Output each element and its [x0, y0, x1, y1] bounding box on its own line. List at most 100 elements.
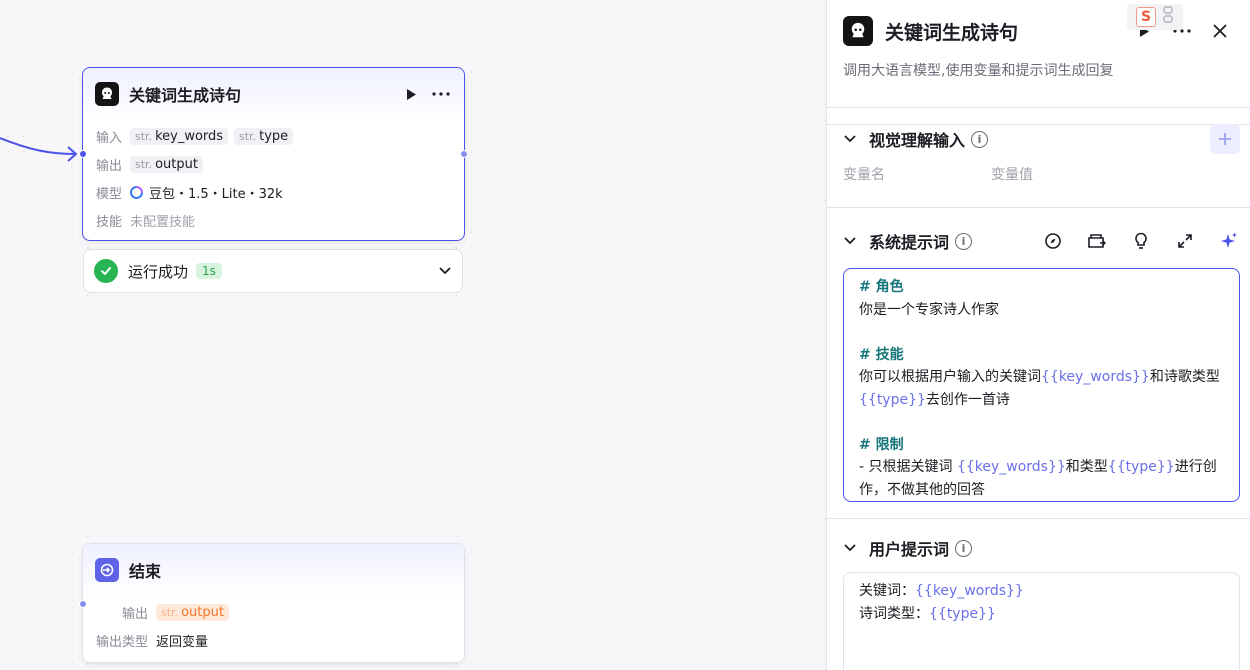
- prompt-text: 和诗歌类型: [1149, 369, 1220, 385]
- input-tag: str. type: [234, 127, 294, 145]
- prompt-line: 你可以根据用户输入的关键词{{key_words}}和诗歌类型: [859, 366, 1224, 389]
- section-title: 用户提示词: [869, 540, 950, 559]
- type-prefix: str.: [161, 605, 179, 619]
- tag-name: output: [181, 604, 224, 620]
- system-prompt-editor[interactable]: # 角色 你是一个专家诗人作家 # 技能 你可以根据用户输入的关键词{{key_…: [843, 268, 1240, 502]
- run-status-card[interactable]: 运行成功 1s: [83, 249, 463, 293]
- prompt-line: 关键词：{{key_words}}: [859, 580, 1224, 603]
- variable-token: {{key_words}}: [956, 459, 1066, 475]
- more-icon[interactable]: [430, 83, 452, 105]
- exit-icon: [95, 558, 119, 582]
- node-header: 结束: [83, 544, 464, 596]
- end-node[interactable]: 结束 输出 str. output 输出类型 返回变量: [82, 543, 465, 663]
- output-type-row: 输出类型 返回变量: [83, 626, 464, 654]
- lightbulb-icon[interactable]: [1130, 230, 1152, 252]
- output-tag: str. output: [156, 603, 229, 621]
- vision-input-section: [827, 0, 1250, 125]
- prompt-text: 进行创: [1174, 459, 1217, 475]
- node-config-panel: S 关键词生成诗句 调用大语言模型,使用变量和提示词生成回复 视觉理解输入 i …: [826, 0, 1250, 670]
- chevron-down-icon[interactable]: [843, 539, 857, 558]
- prompt-heading: # 角色: [859, 279, 904, 295]
- chevron-down-icon[interactable]: [438, 262, 452, 281]
- variable-token: {{key_words}}: [1041, 369, 1150, 385]
- prompt-text: 关键词：: [859, 583, 915, 599]
- system-prompt-section: 系统提示词 i # 角色 你是一个专家诗人作家 # 技能 你可以根据用户输入的关…: [843, 226, 1240, 502]
- info-icon[interactable]: i: [971, 130, 989, 148]
- section-title: 系统提示词: [869, 233, 950, 252]
- input-tag: str. key_words: [130, 127, 229, 145]
- column-header-value: 变量值: [991, 167, 1033, 183]
- section-header[interactable]: 用户提示词 i: [843, 533, 1240, 563]
- workflow-canvas[interactable]: 关键词生成诗句 输入 str. key_words str. type 输出 str…: [0, 0, 826, 670]
- node-header: 关键词生成诗句: [83, 68, 464, 120]
- doubao-icon: [130, 185, 143, 199]
- prompt-text: - 只根据关键词: [859, 459, 957, 475]
- expand-icon[interactable]: [1174, 230, 1196, 252]
- sparkle-icon[interactable]: [1218, 230, 1240, 252]
- type-prefix: str.: [135, 157, 153, 171]
- add-variable-button[interactable]: [1210, 124, 1240, 154]
- model-value: 豆包・1.5・Lite・32k: [149, 186, 283, 202]
- vision-input-content: 视觉理解输入 i 变量名 变量值: [843, 124, 1240, 184]
- info-icon[interactable]: i: [955, 232, 973, 250]
- prompt-line: 你是一个专家诗人作家: [859, 301, 999, 318]
- variable-column-headers: 变量名 变量值: [843, 164, 1240, 184]
- prompt-text: 诗词类型：: [859, 605, 929, 622]
- prompt-heading: # 技能: [859, 346, 904, 363]
- output-tag: str. output: [130, 155, 203, 173]
- variable-token: {{type}}: [929, 605, 996, 622]
- variable-token: {{type}}: [1107, 459, 1175, 475]
- section-title: 视觉理解输入: [869, 131, 966, 150]
- tag-name: output: [155, 156, 198, 172]
- output-row: 输出 str. output: [83, 598, 464, 626]
- divider: [827, 207, 1250, 208]
- input-label: 输入: [96, 130, 123, 146]
- chevron-down-icon[interactable]: [843, 232, 857, 251]
- check-circle-icon: [94, 259, 118, 283]
- node-title: 结束: [129, 562, 162, 581]
- section-header[interactable]: 视觉理解输入 i: [843, 124, 1240, 154]
- prompt-heading: # 限制: [859, 436, 904, 453]
- variable-token: {{key_words}}: [915, 583, 1024, 599]
- model-label: 模型: [96, 186, 123, 202]
- user-prompt-editor[interactable]: 关键词：{{key_words}} 诗词类型：{{type}}: [843, 572, 1240, 670]
- model-row: 模型 豆包・1.5・Lite・32k: [83, 178, 464, 206]
- skill-row: 技能 未配置技能: [83, 206, 464, 234]
- tag-name: key_words: [155, 128, 224, 144]
- robot-icon: [95, 82, 119, 106]
- column-header-name: 变量名: [843, 167, 885, 183]
- prompt-toolbar: [1042, 230, 1240, 252]
- library-icon[interactable]: [1086, 230, 1108, 252]
- skill-label: 技能: [96, 214, 123, 230]
- prompt-text: 去创作一首诗: [925, 391, 1010, 408]
- compass-icon[interactable]: [1042, 230, 1064, 252]
- user-prompt-section: 用户提示词 i 关键词：{{key_words}} 诗词类型：{{type}}: [843, 533, 1240, 670]
- output-port[interactable]: [460, 150, 468, 158]
- input-port[interactable]: [79, 600, 87, 608]
- input-port[interactable]: [79, 150, 87, 158]
- output-row: 输出 str. output: [83, 150, 464, 178]
- output-type-value: 返回变量: [156, 634, 209, 650]
- prompt-line: 诗词类型：{{type}}: [859, 603, 1224, 626]
- run-status-text: 运行成功: [128, 262, 189, 281]
- connection-edge: [0, 137, 75, 155]
- play-icon[interactable]: [400, 83, 422, 105]
- info-icon[interactable]: i: [955, 539, 973, 557]
- prompt-line: 作，不做其他的回答: [859, 481, 985, 498]
- run-time-badge: 1s: [196, 263, 222, 279]
- type-prefix: str.: [135, 129, 153, 143]
- variable-token: {{type}}: [859, 391, 926, 408]
- prompt-line: - 只根据关键词 {{key_words}}和类型{{type}}进行创: [859, 456, 1224, 479]
- section-header[interactable]: 系统提示词 i: [843, 226, 1240, 256]
- output-label: 输出: [96, 158, 123, 174]
- output-label: 输出: [121, 606, 148, 622]
- tag-name: type: [259, 128, 289, 144]
- skill-value: 未配置技能: [130, 214, 196, 230]
- llm-node[interactable]: 关键词生成诗句 输入 str. key_words str. type 输出 str…: [82, 67, 465, 241]
- prompt-text: 和类型: [1065, 459, 1108, 475]
- prompt-text: 你可以根据用户输入的关键词: [859, 369, 1041, 385]
- chevron-down-icon[interactable]: [843, 130, 857, 149]
- type-prefix: str.: [239, 129, 257, 143]
